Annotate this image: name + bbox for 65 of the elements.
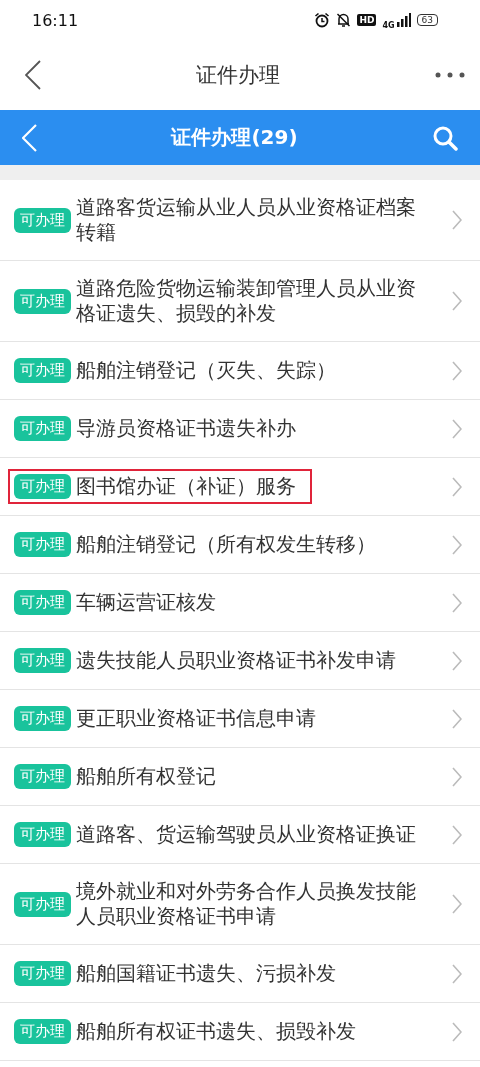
item-title: 图书馆办证（补证）服务 <box>76 474 296 499</box>
network-label: 4G <box>382 20 395 30</box>
signal-icon <box>396 13 411 27</box>
item-title: 船舶所有权登记 <box>76 764 216 789</box>
item-title: 道路危险货物运输装卸管理人员从业资格证遗失、损毁的补发 <box>76 276 417 326</box>
item-title: 船舶注销登记（所有权发生转移） <box>76 532 376 557</box>
status-badge: 可办理 <box>14 706 71 731</box>
battery-indicator: 63 <box>416 14 438 26</box>
list-title: 证件办理(29) <box>171 124 298 151</box>
status-badge: 可办理 <box>14 764 71 789</box>
list-item[interactable]: 可办理 遗失技能人员职业资格证书补发申请 <box>0 632 480 690</box>
back-icon[interactable] <box>25 60 41 90</box>
status-badge: 可办理 <box>14 961 71 986</box>
list-item[interactable]: 可办理 道路客、货运输驾驶员从业资格证换证 <box>0 806 480 864</box>
status-badge: 可办理 <box>14 1019 71 1044</box>
hd-badge: HD <box>357 14 377 26</box>
item-title: 道路客货运输从业人员从业资格证档案转籍 <box>76 195 417 245</box>
item-title: 船舶国籍证书遗失、污损补发 <box>76 961 336 986</box>
item-title: 车辆运营证核发 <box>76 590 216 615</box>
status-badge: 可办理 <box>14 358 71 383</box>
alarm-clock-icon <box>314 12 331 28</box>
list-item[interactable]: 可办理 图书馆办证（补证）服务 <box>0 458 480 516</box>
list-item[interactable]: 可办理 船舶所有权证书遗失、损毁补发 <box>0 1003 480 1061</box>
item-title: 境外就业和对外劳务合作人员换发技能人员职业资格证书申请 <box>76 879 417 929</box>
list-item[interactable]: 可办理 船舶注销登记（灭失、失踪） <box>0 342 480 400</box>
list-item[interactable]: 可办理 更正职业资格证书信息申请 <box>0 690 480 748</box>
list-item[interactable]: 可办理 船舶所有权登记 <box>0 748 480 806</box>
status-badge: 可办理 <box>14 416 71 441</box>
chevron-icon <box>452 418 462 439</box>
chevron-icon <box>452 291 462 311</box>
page-title: 证件办理 <box>196 62 280 89</box>
status-badge: 可办理 <box>14 648 71 673</box>
item-title: 导游员资格证书遗失补办 <box>76 416 296 441</box>
list-item[interactable]: 可办理 船舶国籍证书遗失、污损补发 <box>0 945 480 1003</box>
chevron-icon <box>452 894 462 914</box>
item-title: 更正职业资格证书信息申请 <box>76 706 316 731</box>
item-title: 遗失技能人员职业资格证书补发申请 <box>76 648 396 673</box>
chevron-icon <box>452 650 462 671</box>
chevron-icon <box>452 824 462 845</box>
more-icon[interactable] <box>435 72 465 78</box>
item-title: 船舶注销登记（灭失、失踪） <box>76 358 336 383</box>
chevron-icon <box>452 592 462 613</box>
item-title: 道路客、货运输驾驶员从业资格证换证 <box>76 822 416 847</box>
search-icon[interactable] <box>432 124 458 151</box>
chevron-icon <box>452 476 462 497</box>
status-badge: 可办理 <box>14 891 71 917</box>
item-title: 船舶所有权证书遗失、损毁补发 <box>76 1019 356 1044</box>
status-badge: 可办理 <box>14 288 71 314</box>
status-badge: 可办理 <box>14 822 71 847</box>
chevron-icon <box>452 360 462 381</box>
chevron-icon <box>452 210 462 230</box>
list-item[interactable]: 可办理 车辆运营证核发 <box>0 574 480 632</box>
chevron-icon <box>452 963 462 984</box>
muted-bell-icon <box>336 12 352 28</box>
chevron-icon <box>452 534 462 555</box>
list-item[interactable]: 可办理 导游员资格证书遗失补办 <box>0 400 480 458</box>
status-badge: 可办理 <box>14 474 71 499</box>
chevron-icon <box>452 708 462 729</box>
list-item[interactable]: 可办理 船舶注销登记（所有权发生转移） <box>0 516 480 574</box>
status-badge: 可办理 <box>14 207 71 233</box>
status-badge: 可办理 <box>14 590 71 615</box>
chevron-icon <box>452 766 462 787</box>
status-time: 16:11 <box>32 10 79 30</box>
chevron-icon <box>452 1021 462 1042</box>
status-badge: 可办理 <box>14 532 71 557</box>
